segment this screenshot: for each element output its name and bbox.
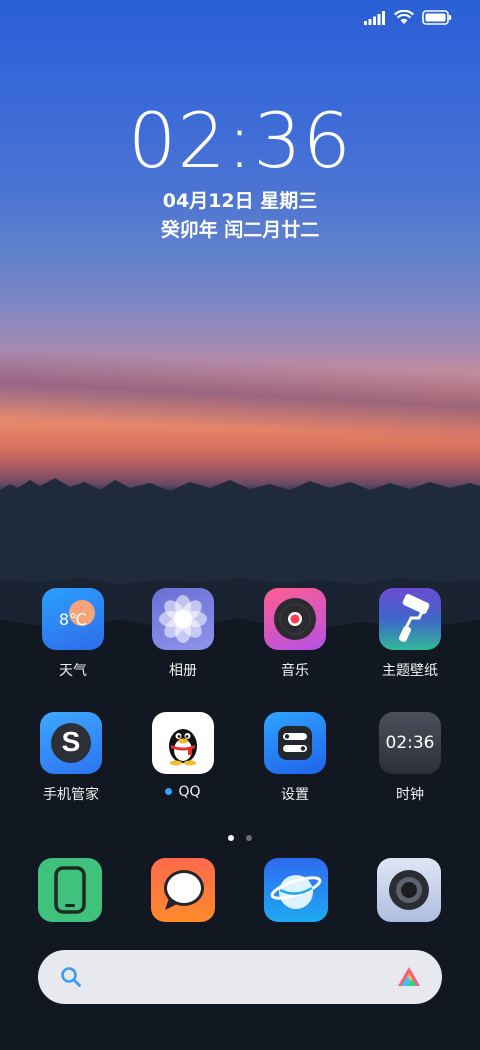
update-dot xyxy=(165,787,173,795)
app-themes[interactable]: 主题壁纸 xyxy=(355,588,465,680)
app-label-settings: 设置 xyxy=(281,787,309,803)
themes-icon xyxy=(379,588,441,650)
cellular-signal-icon xyxy=(364,10,386,25)
date-label: 04月12日 星期三 xyxy=(162,190,318,212)
settings-icon xyxy=(264,712,326,774)
browser-icon[interactable] xyxy=(264,858,328,922)
page-dot[interactable] xyxy=(246,835,252,841)
app-gallery[interactable]: 相册 xyxy=(128,588,238,680)
page-dot-active[interactable] xyxy=(228,835,234,841)
lockscreen-clock[interactable]: 02:36 xyxy=(0,96,480,185)
lunar-date-label: 癸卯年 闰二月廿二 xyxy=(160,219,320,241)
weather-icon: 8℃ xyxy=(42,588,104,650)
search-input[interactable] xyxy=(92,956,396,998)
search-bar[interactable] xyxy=(38,950,442,1004)
app-label-gallery: 相册 xyxy=(169,663,197,679)
app-security[interactable]: S 手机管家 xyxy=(16,712,126,804)
app-label-music: 音乐 xyxy=(281,663,309,679)
app-label-weather: 天气 xyxy=(59,663,87,679)
app-settings[interactable]: 设置 xyxy=(240,712,350,804)
app-clock[interactable]: 02:36 时钟 xyxy=(355,712,465,804)
app-label-clock: 时钟 xyxy=(396,787,424,803)
clock-icon: 02:36 xyxy=(379,712,441,774)
app-label-themes: 主题壁纸 xyxy=(382,663,438,679)
app-music[interactable]: 音乐 xyxy=(240,588,350,680)
assistant-icon[interactable] xyxy=(396,964,422,990)
security-glyph: S xyxy=(61,726,81,757)
security-icon: S xyxy=(40,712,102,774)
music-icon xyxy=(264,588,326,650)
wallpaper-cloud-band xyxy=(0,345,480,445)
qq-penguin-icon xyxy=(152,712,214,774)
clock-icon-time: 02:36 xyxy=(385,733,435,753)
app-label-qq: QQ xyxy=(178,784,201,800)
app-qq[interactable]: QQ xyxy=(128,712,238,800)
status-bar xyxy=(364,10,452,25)
weather-temperature: 8℃ xyxy=(58,610,88,629)
battery-icon xyxy=(422,10,452,25)
wifi-icon xyxy=(394,10,414,25)
search-icon[interactable] xyxy=(60,966,82,988)
messages-icon[interactable] xyxy=(151,858,215,922)
phone-icon[interactable] xyxy=(38,858,102,922)
gallery-icon xyxy=(152,588,214,650)
app-label-qq-wrap: QQ xyxy=(128,784,238,800)
dock xyxy=(0,858,480,928)
app-label-security: 手机管家 xyxy=(43,787,99,803)
page-indicator xyxy=(0,826,480,845)
camera-icon[interactable] xyxy=(377,858,441,922)
app-weather[interactable]: 8℃ 天气 xyxy=(18,588,128,680)
